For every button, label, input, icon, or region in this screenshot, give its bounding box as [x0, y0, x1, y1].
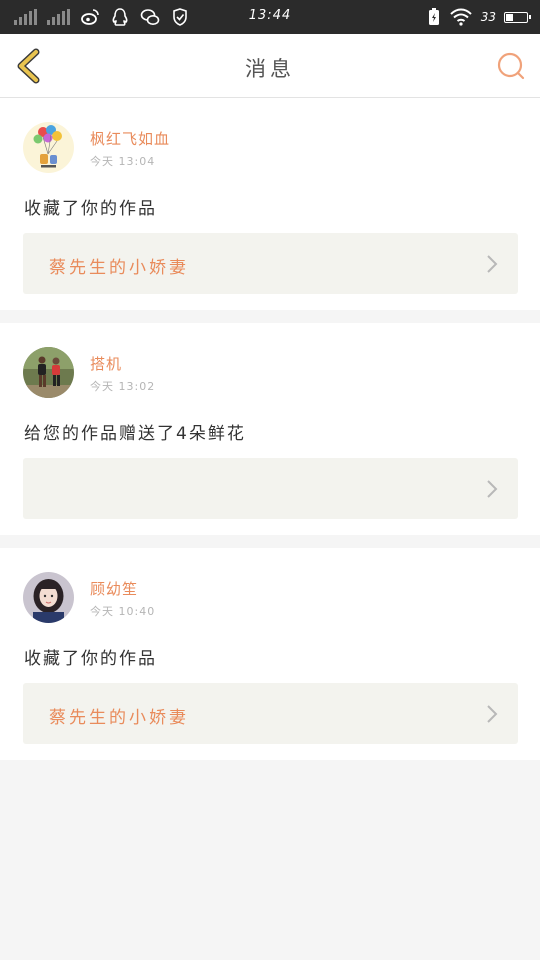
girl-avatar-image — [23, 572, 74, 623]
work-link[interactable]: 蔡先生的小娇妻 — [23, 683, 518, 744]
status-bar-right: 33 — [427, 6, 531, 28]
work-link[interactable] — [23, 458, 518, 519]
message-card: 顾幼笙 今天 10:40 收藏了你的作品 蔡先生的小娇妻 — [0, 548, 540, 760]
battery-icon — [504, 11, 531, 23]
page-title: 消息 — [245, 57, 295, 81]
timestamp: 今天 13:02 — [90, 380, 156, 393]
balloons-avatar-image — [23, 122, 74, 173]
avatar[interactable] — [23, 572, 74, 623]
username[interactable]: 搭机 — [90, 353, 122, 374]
timestamp: 今天 13:04 — [90, 155, 156, 168]
username[interactable]: 顾幼笙 — [90, 578, 138, 599]
message-list: 枫红飞如血 今天 13:04 收藏了你的作品 蔡先生的小娇妻 搭机 今天 13:… — [0, 98, 540, 760]
timestamp: 今天 10:40 — [90, 605, 156, 618]
nav-bar: 消息 — [0, 34, 540, 98]
chevron-right-icon — [487, 705, 498, 723]
message-text: 收藏了你的作品 — [24, 649, 157, 669]
work-title: 蔡先生的小娇妻 — [49, 708, 189, 728]
avatar[interactable] — [23, 347, 74, 398]
battery-percent: 33 — [480, 10, 496, 24]
avatar[interactable] — [23, 122, 74, 173]
message-text: 给您的作品赠送了4朵鲜花 — [24, 424, 246, 444]
status-bar: 13:44 33 — [0, 0, 540, 34]
runners-avatar-image — [23, 347, 74, 398]
chevron-right-icon — [487, 480, 498, 498]
username[interactable]: 枫红飞如血 — [90, 128, 170, 149]
chevron-right-icon — [487, 255, 498, 273]
work-title: 蔡先生的小娇妻 — [49, 258, 189, 278]
battery-saver-icon — [428, 8, 439, 25]
wifi-icon — [450, 8, 472, 26]
message-card: 搭机 今天 13:02 给您的作品赠送了4朵鲜花 — [0, 323, 540, 535]
search-icon[interactable] — [496, 51, 526, 81]
work-link[interactable]: 蔡先生的小娇妻 — [23, 233, 518, 294]
message-text: 收藏了你的作品 — [24, 199, 157, 219]
message-card: 枫红飞如血 今天 13:04 收藏了你的作品 蔡先生的小娇妻 — [0, 98, 540, 310]
